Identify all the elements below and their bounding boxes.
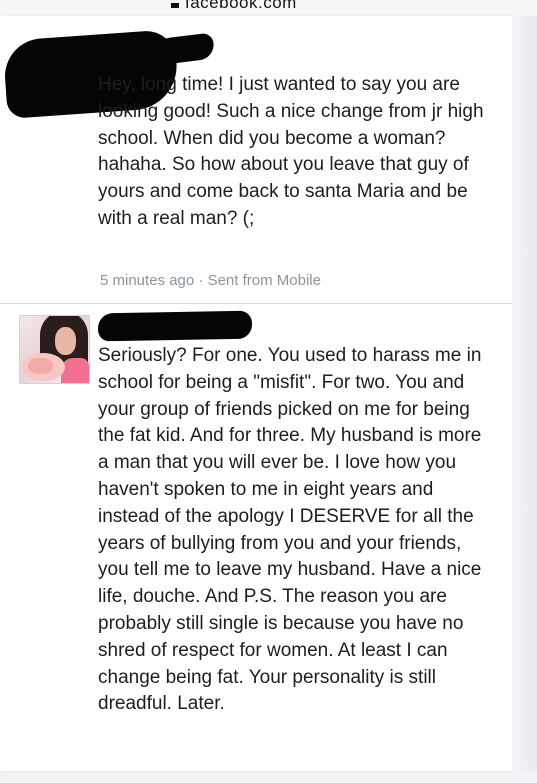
- message-meta: 5 minutes ago · Sent from Mobile: [100, 272, 321, 289]
- cropped-site-icon: [171, 3, 179, 8]
- top-browser-strip: facebook.com: [0, 0, 537, 17]
- reply-message-text: Seriously? For one. You used to harass m…: [98, 345, 482, 715]
- message-divider: [0, 303, 512, 304]
- message-timestamp[interactable]: 5 minutes ago: [100, 272, 194, 289]
- cropped-domain-text: facebook.com: [185, 0, 297, 12]
- profile-photo-icon[interactable]: [19, 315, 90, 384]
- message-source: Sent from Mobile: [207, 272, 321, 289]
- facebook-message-thread: facebook.com Hey, long time! I just want…: [0, 0, 537, 771]
- right-background-edge: [512, 16, 537, 771]
- redacted-replier-name: [97, 310, 253, 342]
- conversation-panel: Hey, long time! I just wanted to say you…: [0, 16, 512, 771]
- avatar-shirt: [61, 358, 89, 383]
- incoming-message-text: Hey, long time! I just wanted to say you…: [98, 74, 484, 229]
- avatar-face: [55, 327, 76, 355]
- meta-separator: ·: [198, 272, 204, 289]
- avatar-baby-face: [28, 358, 53, 374]
